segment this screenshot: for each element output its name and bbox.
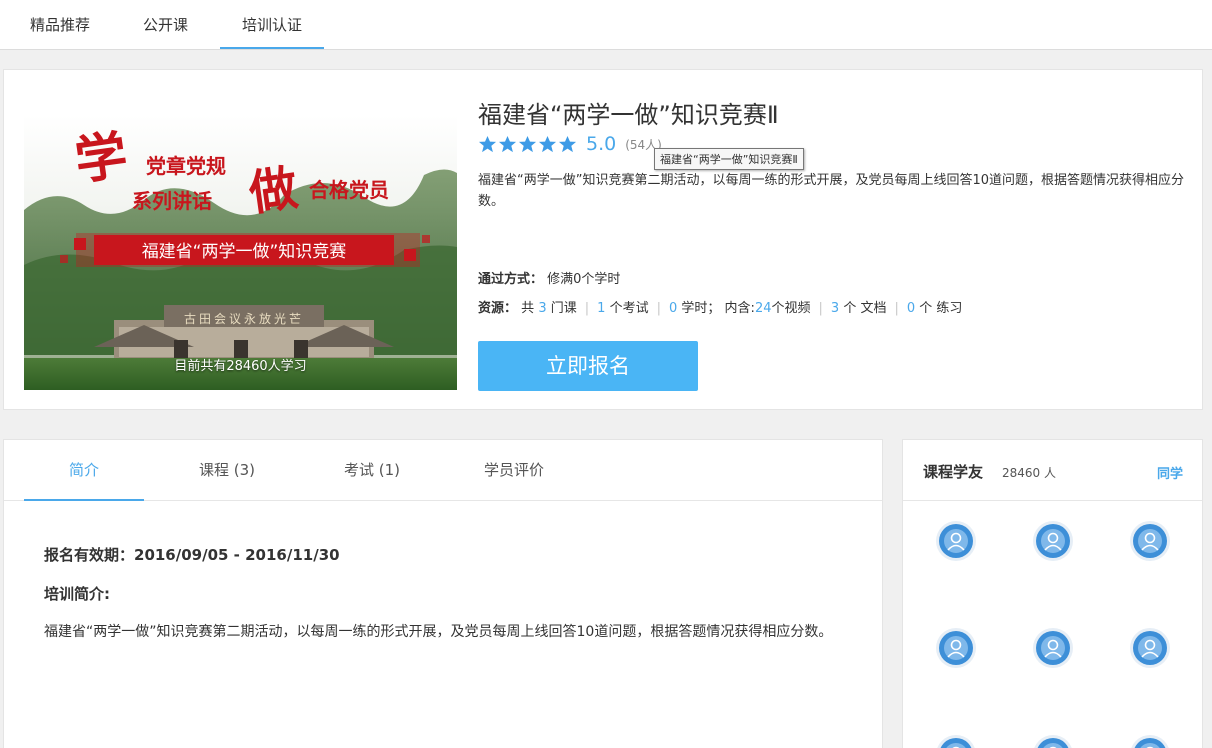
separator: | (656, 301, 661, 316)
star-icon (558, 135, 577, 152)
course-cover-image[interactable]: 学 党章党规 系列讲话 做 合格党员 福建省“两学一做”知识竞赛 古田会议永放光… (24, 115, 457, 390)
classmate-avatar-icon[interactable] (1129, 734, 1171, 748)
resources-total-prefix: 共 (521, 301, 535, 316)
resources-video-count: 24 (754, 301, 772, 316)
resources-doc-count: 3 (830, 301, 840, 316)
classmates-panel: 课程学友 28460 人 同学 (902, 439, 1203, 748)
classmates-header: 课程学友 28460 人 同学 (903, 440, 1202, 501)
star-icon (538, 135, 557, 152)
tab-reviews[interactable]: 学员评价 (454, 440, 574, 501)
tab-courses[interactable]: 课程 (3) (167, 440, 287, 501)
star-icon (518, 135, 537, 152)
title-tooltip: 福建省“两学一做”知识竞赛Ⅱ (654, 148, 804, 170)
classmate-avatar-icon[interactable] (1129, 520, 1171, 562)
separator: | (818, 301, 823, 316)
separator: | (584, 301, 590, 316)
course-title: 福建省“两学一做”知识竞赛Ⅱ (478, 101, 779, 129)
classmate-avatar-icon[interactable] (1032, 734, 1074, 748)
resources-contains-label: 内含: (724, 301, 755, 316)
pass-method-label: 通过方式： (478, 272, 544, 287)
resources-doc-unit: 个 文档 (843, 301, 887, 316)
cover-qualified: 合格党员 (309, 178, 389, 202)
resources-practice-unit: 个 练习 (919, 301, 963, 316)
cover-sign: 古田会议永放光芒 (184, 311, 304, 326)
tab-exams[interactable]: 考试 (1) (312, 440, 432, 501)
course-description: 福建省“两学一做”知识竞赛第二期活动，以每周一练的形式开展，及党员每周上线回答1… (478, 173, 1185, 209)
tab-open-courses[interactable]: 公开课 (123, 0, 208, 50)
resources-practice-count: 0 (906, 301, 916, 316)
classmate-avatar-icon[interactable] (1129, 627, 1171, 669)
top-navigation: 精品推荐 公开课 培训认证 (0, 0, 1212, 50)
rating-row: 5.0 (54人) (478, 132, 662, 156)
cover-artwork: 学 党章党规 系列讲话 做 合格党员 福建省“两学一做”知识竞赛 古田会议永放光… (24, 115, 457, 390)
rating-stars (478, 135, 577, 154)
classmate-avatar-icon[interactable] (935, 627, 977, 669)
tab-featured[interactable]: 精品推荐 (10, 0, 110, 50)
tab-intro[interactable]: 简介 (24, 440, 144, 501)
resources-course-count: 3 (538, 301, 547, 316)
resources-row: 资源： 共 3 门课 | 1 个考试 | 0 学时； 内含:24个视频 | 3 个 文档 | 0… (478, 297, 962, 316)
classmate-avatar-icon[interactable] (1032, 520, 1074, 562)
classmates-title: 课程学友 (923, 463, 984, 481)
classmate-avatar-icon[interactable] (935, 520, 977, 562)
classmate-avatar-icon[interactable] (1032, 627, 1074, 669)
resources-hours-unit: 学时； (681, 301, 721, 316)
cover-char-study: 学 (71, 125, 131, 193)
star-icon (498, 135, 517, 152)
cover-party-rules: 党章党规 (146, 154, 226, 178)
resources-exam-unit: 个考试 (609, 301, 649, 316)
classmates-link[interactable]: 同学 (1157, 463, 1183, 482)
intro-text: 福建省“两学一做”知识竞赛第二期活动，以每周一练的形式开展，及党员每周上线回答1… (44, 624, 833, 640)
intro-heading: 培训简介: (44, 585, 110, 603)
resources-exam-count: 1 (597, 301, 606, 316)
resources-hours: 0 (668, 301, 678, 316)
resources-course-unit: 门课 (550, 301, 577, 316)
resources-label: 资源： (478, 301, 518, 316)
detail-tabs: 简介 课程 (3) 考试 (1) 学员评价 (4, 440, 882, 501)
star-icon (478, 135, 497, 152)
course-detail-panel: 简介 课程 (3) 考试 (1) 学员评价 报名有效期：2016/09/05 -… (3, 439, 883, 748)
classmate-avatar-icon[interactable] (935, 734, 977, 748)
cover-series: 系列讲话 (132, 189, 212, 213)
pass-method-value: 修满0个学时 (547, 272, 621, 287)
cover-banner-text: 福建省“两学一做”知识竞赛 (142, 241, 347, 262)
rating-score: 5.0 (586, 133, 617, 155)
resources-video-unit: 个视频 (771, 301, 811, 316)
pass-method: 通过方式： 修满0个学时 (478, 268, 620, 287)
cover-char-do: 做 (245, 160, 301, 222)
separator: | (894, 301, 899, 316)
enroll-button[interactable]: 立即报名 (478, 341, 698, 391)
course-summary-card: 学 党章党规 系列讲话 做 合格党员 福建省“两学一做”知识竞赛 古田会议永放光… (3, 69, 1203, 410)
learner-count-overlay: 目前共有28460人学习 (174, 359, 307, 374)
classmates-count: 28460 人 (1002, 466, 1056, 480)
tab-training-certification[interactable]: 培训认证 (220, 0, 324, 49)
enrollment-validity: 报名有效期：2016/09/05 - 2016/11/30 (44, 546, 340, 564)
